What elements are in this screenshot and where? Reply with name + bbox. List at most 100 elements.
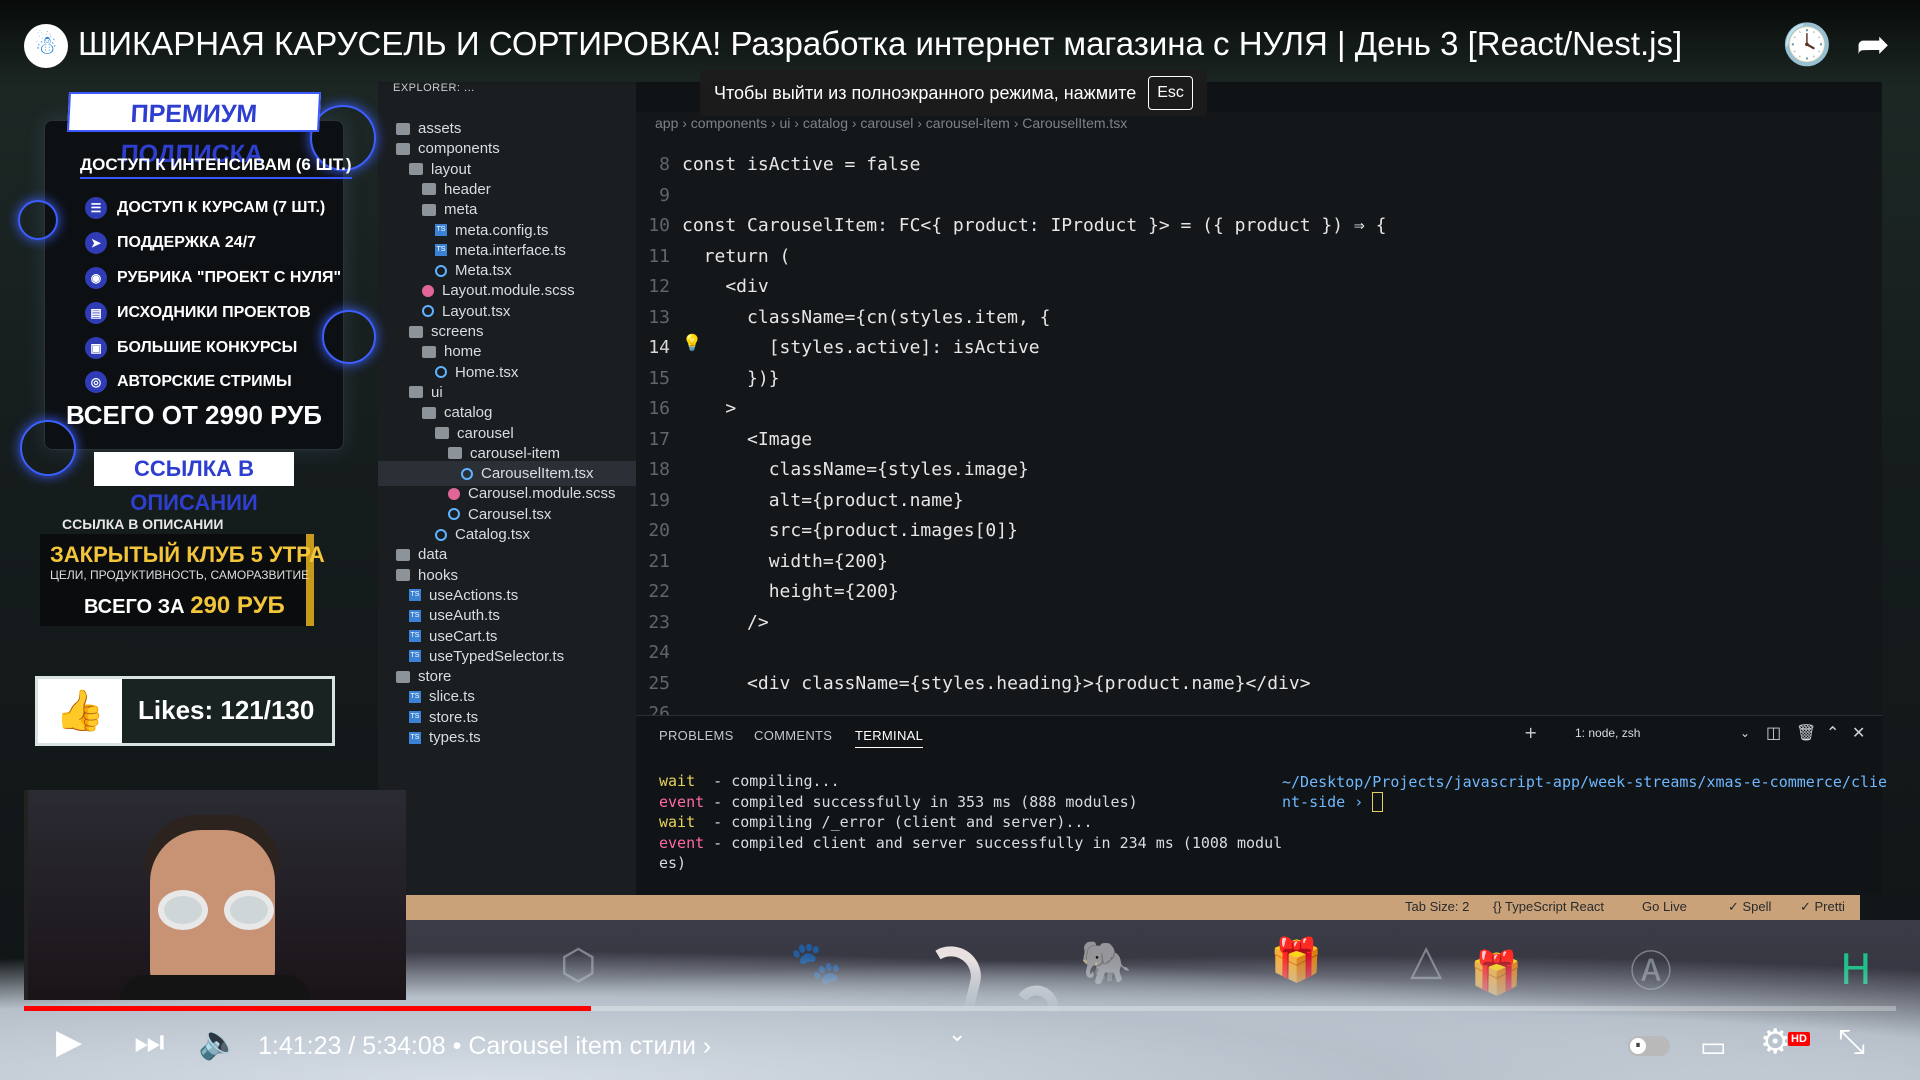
promo-item: ◉ РУБРИКА "ПРОЕКТ С НУЛЯ" [85,267,341,289]
tab-size[interactable]: Tab Size: 2 [1405,899,1469,914]
promo-item-label: ДОСТУП К КУРСАМ (7 ШТ.) [117,199,326,216]
next-icon[interactable]: ⏭ [134,1022,165,1062]
source-icon: ▤ [85,302,107,324]
add-terminal-icon[interactable]: + [1524,723,1537,742]
line-number: 19 [648,489,670,511]
promo-item: ◎ АВТОРСКИЕ СТРИМЫ [85,371,292,393]
react-file-icon [435,366,447,379]
tree-item-label: carousel [457,424,514,442]
promo-item-label: ПОДДЕРЖКА 24/7 [117,234,257,251]
club-price-prefix: ВСЕГО ЗА [84,596,185,618]
tree-item-label: Meta.tsx [455,262,512,280]
lightbulb-icon[interactable]: 💡 [682,333,702,353]
progress-bar[interactable] [24,1006,1896,1011]
tab-problems[interactable]: PROBLEMS [659,728,734,743]
tree-item-label: screens [431,323,484,340]
code-line: className={styles.image} [682,459,1029,480]
terminal-text: - compiled client and server successfull… [704,833,1283,852]
terminal-line: wait - compiling... [659,772,840,790]
exit-fullscreen-icon[interactable]: ⤡ [1838,1022,1865,1062]
club-title: ЗАКРЫТЫЙ КЛУБ 5 УТРА [50,542,325,567]
trash-icon[interactable]: 🗑 [1796,723,1816,742]
line-number: 24 [648,642,670,663]
typescript-file-icon: TS [409,650,421,663]
thumbs-up-icon: 👍 [38,679,122,743]
prompt-path-1: ~/Desktop/Projects/javascript-app/week-s… [1282,773,1888,791]
line-number: 18 [648,459,670,480]
settings-icon[interactable]: ⚙ [1760,1022,1790,1062]
tree-item-label: meta.config.ts [455,221,549,239]
autoplay-toggle[interactable]: ⏸ [1628,1036,1670,1056]
tree-item-label: useActions.ts [429,586,519,604]
scss-file-icon [422,284,434,297]
courses-icon: ☰ [85,197,107,219]
likes-counter: 👍 Likes: 121/130 [35,676,335,746]
maximize-panel-icon[interactable]: ⌃ [1826,723,1839,742]
tab-comments[interactable]: COMMENTS [754,728,832,743]
volume-icon[interactable]: 🔈 [198,1022,240,1062]
channel-logo-icon[interactable]: ☃ [24,24,68,68]
code-line: className={cn(styles.item, { [682,306,1051,328]
line-number: 10 [648,215,670,236]
share-icon[interactable]: ➦ [1850,22,1896,68]
promo-item-label: ИСХОДНИКИ ПРОЕКТОВ [117,304,311,321]
subtitles-icon[interactable]: ▭ [1700,1030,1726,1063]
video-title[interactable]: ШИКАРНАЯ КАРУСЕЛЬ И СОРТИРОВКА! Разработ… [78,24,1682,64]
tree-item-label: components [418,140,500,158]
chevron-down-icon[interactable]: ⌄ [948,1022,966,1047]
terminal-tag: event [659,833,705,852]
spell-check[interactable]: ✓ Spell [1728,899,1771,915]
chapter-title[interactable]: • Carousel item стили › [453,1032,712,1060]
split-terminal-icon[interactable]: ◫ [1766,723,1781,742]
typescript-file-icon: TS [409,731,421,744]
scss-file-icon [448,487,460,500]
code-line: [styles.active]: isActive [682,337,1040,358]
project-icon: ◉ [85,267,107,289]
terminal-prompt[interactable]: ~/Desktop/Projects/javascript-app/week-s… [1282,772,1887,812]
promo-price: ВСЕГО ОТ 2990 РУБ [65,400,322,430]
folder-icon [409,163,423,176]
close-panel-icon[interactable]: ✕ [1852,723,1865,742]
terminal-tag: wait [659,813,696,831]
react-file-icon [461,467,473,480]
folder-icon [448,447,462,460]
line-number: 22 [648,581,670,602]
react-file-icon [435,264,447,277]
watch-later-icon[interactable]: 🕓 [1782,22,1832,68]
terminal-text: - compiled successfully in 353 ms (888 m… [704,792,1138,811]
tree-file[interactable]: TS types.ts [378,725,481,750]
folder-icon [422,183,436,196]
hd-badge: HD [1788,1032,1810,1046]
promo-item: ▣ БОЛЬШИЕ КОНКУРСЫ [85,337,297,359]
code-editor[interactable] [636,82,1882,722]
likes-text: Likes: 121/130 [138,695,315,725]
promo-item-label: РУБРИКА "ПРОЕКТ С НУЛЯ" [117,269,342,286]
code-line: const isActive = false [682,154,921,175]
go-live[interactable]: Go Live [1642,899,1687,914]
code-line: const CarouselItem: FC<{ product: IProdu… [682,215,1387,236]
pause-icon: ⏸ [1630,1038,1646,1054]
folder-icon [409,386,423,399]
folder-icon [435,427,449,439]
esc-key: Esc [1148,76,1193,110]
prettier[interactable]: ✓ Pretti [1800,899,1845,915]
terminal-line: wait - compiling /_error (client and ser… [659,813,1092,831]
folder-icon [422,406,436,419]
play-icon[interactable]: ▶ [56,1022,82,1062]
time-display[interactable]: 1:41:23 / 5:34:08 • Carousel item стили … [258,1032,711,1061]
fullscreen-video[interactable]: EXPLORER: ... assetscomponentslayouthead… [0,0,1920,1080]
line-number: 17 [648,428,670,450]
tab-terminal[interactable]: TERMINAL [855,728,924,748]
folder-icon [409,325,423,338]
terminal-select[interactable]: 1: node, zsh ⌄ [1575,726,1750,740]
folder-icon [396,122,410,135]
typescript-file-icon: TS [409,690,421,703]
code-line: > [682,398,737,419]
language-mode[interactable]: {} TypeScript React [1493,899,1604,914]
terminal-text: - compiling /_error (client and server).… [695,813,1093,831]
tree-item-label: Carousel.tsx [468,505,552,523]
tree-item-label: assets [418,120,462,137]
status-bar: Tab Size: 2 {} TypeScript React Go Live … [405,895,1860,920]
promo-header: ПРЕМИУМ ПОДПИСКА [66,92,322,168]
prompt-path-2: nt-side › [1282,793,1373,811]
